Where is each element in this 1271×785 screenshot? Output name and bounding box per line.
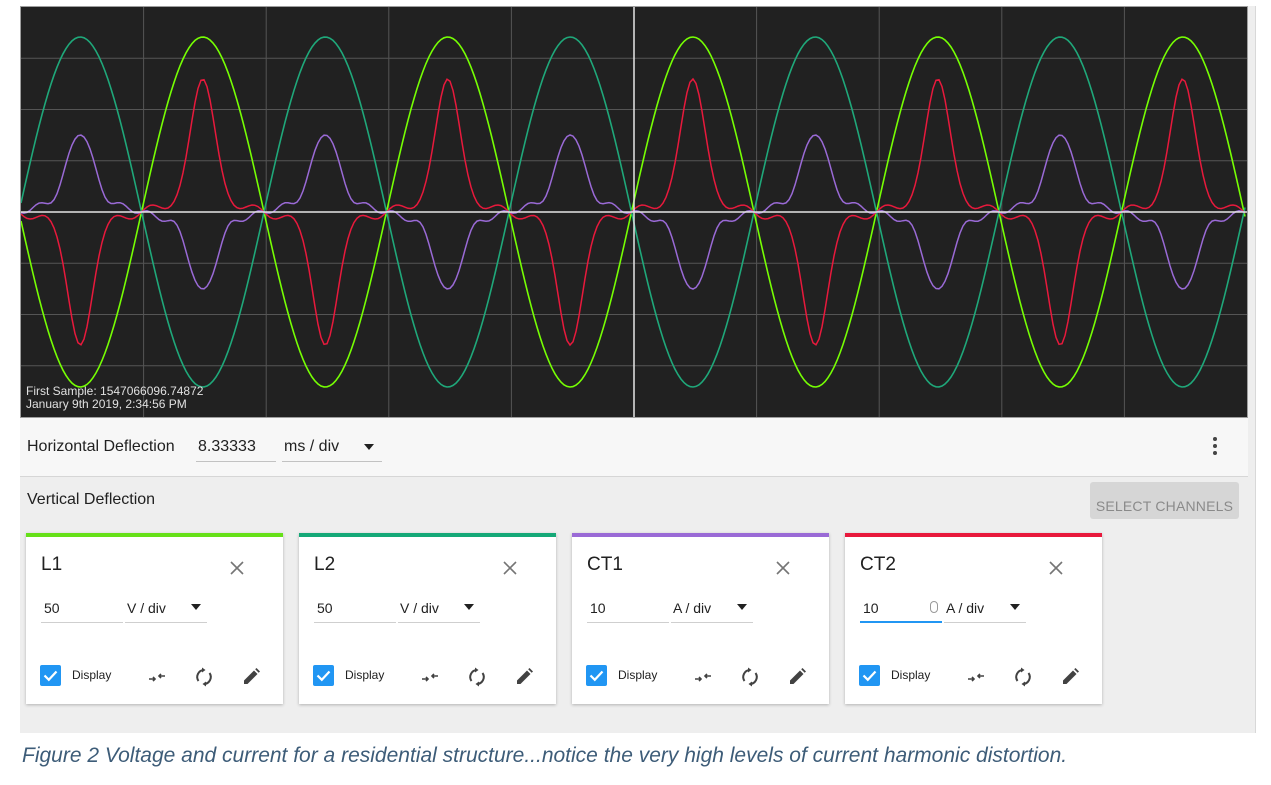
display-checkbox[interactable]	[40, 665, 61, 686]
channel-name: L2	[314, 554, 336, 575]
waveform-plot	[21, 7, 1247, 417]
channel-name: CT1	[587, 554, 623, 575]
channel-unit-value: A / div	[946, 600, 985, 616]
edit-pencil-icon[interactable]	[240, 666, 262, 688]
channel-scale-value: 10	[863, 600, 879, 616]
channel-unit-value: V / div	[400, 600, 439, 616]
channel-name: L1	[41, 554, 63, 575]
dropdown-caret-icon	[464, 604, 474, 610]
channel-scale-input[interactable]: 10	[587, 593, 669, 623]
channel-card-l1: L1 50 V / div Display	[26, 533, 283, 704]
oscilloscope-display[interactable]: First Sample: 1547066096.74872 January 9…	[20, 6, 1248, 418]
channel-unit-value: V / div	[127, 600, 166, 616]
edit-pencil-icon[interactable]	[1059, 666, 1081, 688]
compress-icon[interactable]	[965, 666, 987, 688]
autorenew-icon[interactable]	[1012, 666, 1034, 688]
compress-icon[interactable]	[419, 666, 441, 688]
autorenew-icon[interactable]	[466, 666, 488, 688]
first-sample-info: First Sample: 1547066096.74872 January 9…	[26, 385, 203, 411]
channel-scale-value: 10	[590, 600, 606, 616]
dropdown-caret-icon	[364, 444, 374, 450]
vertical-deflection-label: Vertical Deflection	[27, 491, 156, 508]
channel-unit-select[interactable]: V / div	[398, 593, 480, 623]
channel-unit-value: A / div	[673, 600, 712, 616]
channel-name: CT2	[860, 554, 896, 575]
edit-pencil-icon[interactable]	[786, 666, 808, 688]
dropdown-caret-icon	[1010, 604, 1020, 610]
display-label: Display	[618, 668, 658, 682]
autorenew-icon[interactable]	[739, 666, 761, 688]
channel-unit-select[interactable]: V / div	[125, 593, 207, 623]
channel-scale-input[interactable]: 10	[860, 593, 942, 623]
dropdown-caret-icon	[191, 604, 201, 610]
close-icon[interactable]	[1047, 559, 1065, 577]
channel-scale-input[interactable]: 50	[314, 593, 396, 623]
autorenew-icon[interactable]	[193, 666, 215, 688]
figure-caption: Figure 2 Voltage and current for a resid…	[22, 744, 1068, 767]
display-label: Display	[72, 668, 112, 682]
close-icon[interactable]	[228, 559, 246, 577]
channel-unit-select[interactable]: A / div	[671, 593, 753, 623]
display-checkbox[interactable]	[586, 665, 607, 686]
display-label: Display	[891, 668, 931, 682]
oscilloscope-app: First Sample: 1547066096.74872 January 9…	[20, 6, 1256, 733]
check-icon	[862, 670, 877, 682]
horizontal-unit-select[interactable]: ms / div	[282, 432, 382, 462]
display-label: Display	[345, 668, 385, 682]
display-checkbox[interactable]	[313, 665, 334, 686]
first-sample-date: January 9th 2019, 2:34:56 PM	[26, 397, 187, 411]
horizontal-deflection-bar: Horizontal Deflection 8.33333 ms / div	[20, 418, 1248, 477]
more-vert-icon[interactable]	[1212, 437, 1218, 459]
check-icon	[589, 670, 604, 682]
channel-scale-input[interactable]: 50	[41, 593, 123, 623]
edit-pencil-icon[interactable]	[513, 666, 535, 688]
horizontal-deflection-label: Horizontal Deflection	[27, 438, 175, 455]
close-icon[interactable]	[501, 559, 519, 577]
check-icon	[316, 670, 331, 682]
channel-card-l2: L2 50 V / div Display	[299, 533, 556, 704]
channel-unit-select[interactable]: A / div	[944, 593, 1026, 623]
channel-scale-value: 50	[44, 600, 60, 616]
dropdown-caret-icon	[737, 604, 747, 610]
horizontal-deflection-input[interactable]: 8.33333	[196, 432, 276, 462]
channel-card-ct2: CT2 10 A / div Display	[845, 533, 1102, 704]
close-icon[interactable]	[774, 559, 792, 577]
horizontal-unit-value: ms / div	[284, 438, 340, 455]
select-channels-button[interactable]: SELECT CHANNELS	[1090, 482, 1239, 519]
compress-icon[interactable]	[692, 666, 714, 688]
display-checkbox[interactable]	[859, 665, 880, 686]
compress-icon[interactable]	[146, 666, 168, 688]
channel-scale-value: 50	[317, 600, 333, 616]
check-icon	[43, 670, 58, 682]
spinner-arrows-icon[interactable]	[930, 601, 938, 613]
channel-card-ct1: CT1 10 A / div Display	[572, 533, 829, 704]
